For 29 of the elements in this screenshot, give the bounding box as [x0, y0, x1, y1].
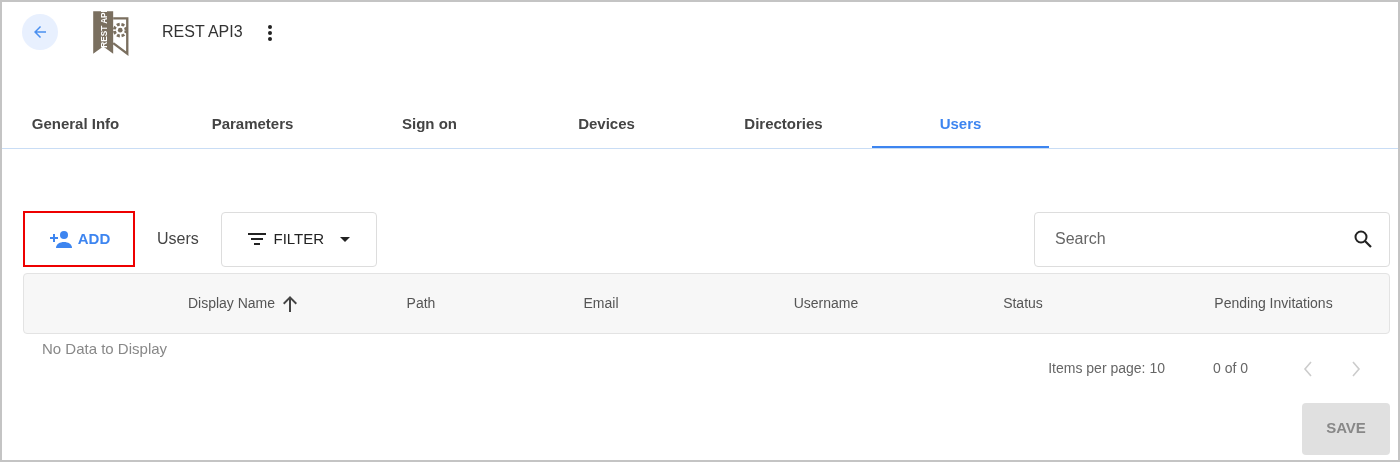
tab[interactable]: Users — [872, 102, 1049, 148]
chevron-left-icon — [1303, 360, 1313, 377]
empty-message: No Data to Display — [42, 339, 169, 359]
section-label: Users — [157, 229, 199, 249]
tab[interactable]: Parameters — [164, 102, 341, 148]
filter-icon — [247, 233, 266, 245]
column-header[interactable]: Pending Invitations — [1214, 293, 1333, 314]
filter-button[interactable]: FILTER — [220, 211, 377, 267]
column-header[interactable]: Status — [1003, 293, 1043, 314]
tab[interactable]: Directories — [695, 102, 872, 148]
items-per-page-label: Items per page: 10 — [1048, 359, 1165, 378]
search-icon — [1354, 229, 1372, 248]
sort-arrow-icon[interactable] — [283, 295, 298, 312]
tab[interactable]: Devices — [518, 102, 695, 148]
page-range-label: 0 of 0 — [1212, 359, 1248, 378]
tab[interactable]: General Info — [2, 102, 164, 148]
column-header[interactable]: Email — [583, 293, 619, 314]
column-header[interactable]: Username — [793, 293, 859, 314]
chevron-right-icon — [1351, 360, 1361, 377]
back-button[interactable] — [22, 14, 58, 50]
search-field[interactable]: Search — [1034, 211, 1390, 267]
add-user-button[interactable]: ADD — [23, 211, 135, 267]
app-title: REST API3 — [162, 22, 243, 42]
tab[interactable]: Sign on — [341, 102, 518, 148]
ribbon-gear-logo: REST API — [92, 8, 132, 56]
column-header[interactable]: Path — [406, 293, 436, 314]
column-header[interactable]: Display Name — [187, 293, 276, 314]
caret-icon — [340, 236, 351, 242]
add-person-icon — [47, 230, 72, 248]
